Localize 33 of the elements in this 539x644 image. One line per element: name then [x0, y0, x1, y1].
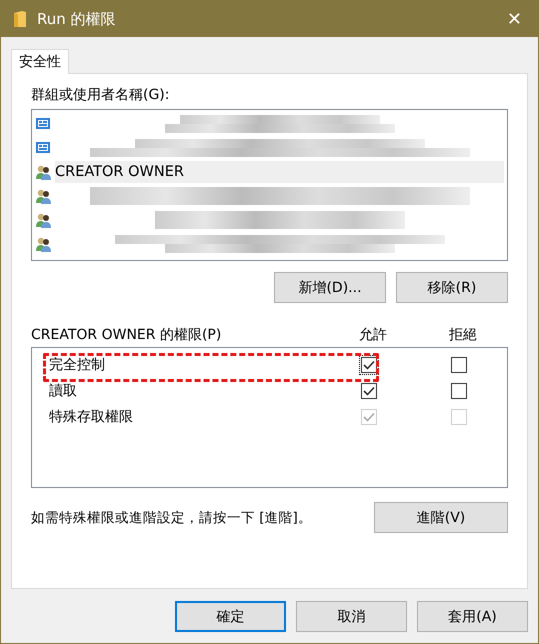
folder-icon	[13, 10, 27, 28]
action-button[interactable]: 移除(R)	[396, 272, 508, 303]
computer-icon	[35, 116, 51, 132]
column-header: 允許	[358, 326, 388, 344]
checkbox[interactable]	[359, 381, 379, 401]
close-button[interactable]: ✕	[500, 8, 528, 30]
checkmark-icon	[363, 386, 375, 396]
advanced-button[interactable]: 進階(V)	[374, 502, 508, 533]
checkmark-icon	[363, 360, 375, 370]
permission-name: 完全控制	[49, 356, 106, 374]
column-header: 拒絕	[448, 326, 478, 344]
checkmark-icon	[363, 412, 375, 422]
permission-name: 讀取	[49, 382, 78, 400]
dialog-button[interactable]: 取消	[296, 601, 407, 632]
checkbox[interactable]	[359, 355, 379, 375]
checkbox[interactable]	[449, 355, 469, 375]
window-title: Run 的權限	[37, 10, 117, 28]
principals-list[interactable]: CREATOR OWNER	[31, 109, 508, 261]
permission-name: 特殊存取權限	[49, 408, 134, 426]
permissions-label: CREATOR OWNER 的權限(P)	[31, 326, 222, 344]
computer-icon	[35, 140, 51, 156]
users-icon	[35, 236, 51, 252]
tab[interactable]: 安全性	[11, 49, 69, 74]
users-icon	[35, 188, 51, 204]
dialog-button[interactable]: 套用(A)	[417, 601, 528, 632]
list-item[interactable]: CREATOR OWNER	[55, 161, 504, 183]
hint-text: 如需特殊權限或進階設定，請按一下 [進階]。	[31, 508, 312, 526]
users-icon	[35, 212, 51, 228]
action-button[interactable]: 新增(D)...	[274, 272, 386, 303]
list-label: 群組或使用者名稱(G):	[31, 86, 170, 104]
dialog-button[interactable]: 確定	[175, 601, 286, 632]
users-icon	[35, 164, 51, 180]
checkbox[interactable]	[449, 381, 469, 401]
